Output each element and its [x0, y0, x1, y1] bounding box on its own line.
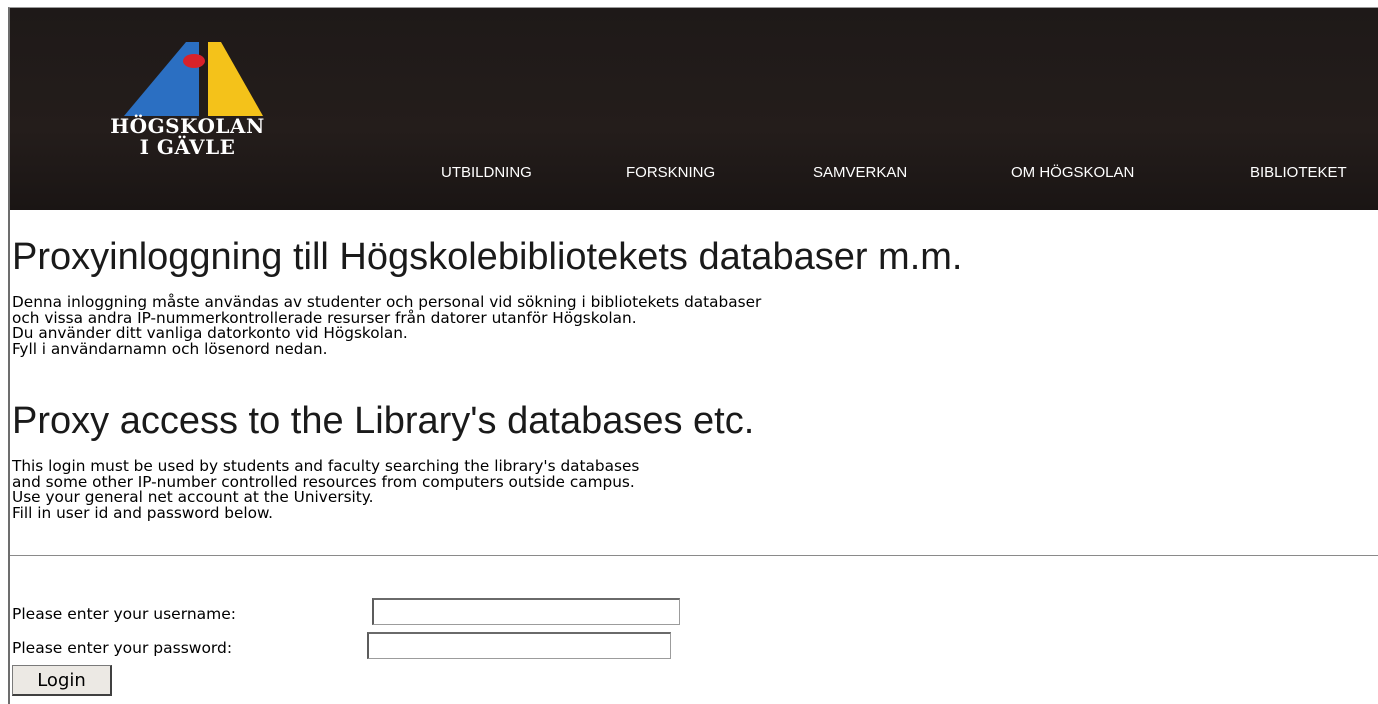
main-nav: UTBILDNING FORSKNING SAMVERKAN OM HÖGSKO…	[10, 164, 1378, 184]
english-description: This login must be used by students and …	[12, 458, 639, 522]
password-input[interactable]	[367, 632, 671, 659]
site-header: HÖGSKOLAN I GÄVLE UTBILDNING FORSKNING S…	[10, 8, 1378, 210]
english-heading: Proxy access to the Library's databases …	[12, 400, 755, 442]
login-button[interactable]: Login	[12, 665, 112, 696]
nav-item-biblioteket[interactable]: BIBLIOTEKET	[1250, 164, 1347, 181]
swedish-description: Denna inloggning måste användas av stude…	[12, 294, 761, 358]
logo-wordmark[interactable]: HÖGSKOLAN I GÄVLE	[80, 116, 295, 158]
english-line: Fill in user id and password below.	[12, 503, 273, 522]
logo-line-1: HÖGSKOLAN	[110, 114, 265, 138]
nav-item-om-hogskolan[interactable]: OM HÖGSKOLAN	[1011, 164, 1134, 181]
username-label: Please enter your username:	[12, 605, 236, 623]
nav-item-forskning[interactable]: FORSKNING	[626, 164, 715, 181]
section-divider	[10, 555, 1378, 556]
swedish-line: Fyll i användarnamn och lösenord nedan.	[12, 339, 328, 358]
swedish-heading: Proxyinloggning till Högskolebiblioteket…	[12, 236, 963, 278]
password-label: Please enter your password:	[12, 639, 233, 657]
nav-item-samverkan[interactable]: SAMVERKAN	[813, 164, 907, 181]
nav-item-utbildning[interactable]: UTBILDNING	[441, 164, 532, 181]
username-input[interactable]	[372, 598, 680, 625]
logo-line-2: I GÄVLE	[139, 135, 236, 159]
